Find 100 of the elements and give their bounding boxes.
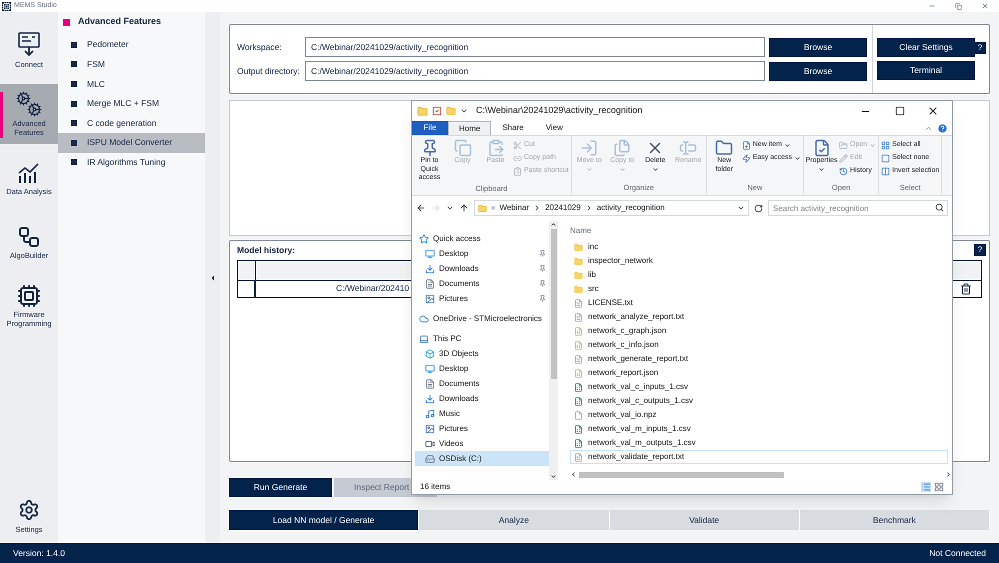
trash-icon[interactable] (960, 282, 972, 295)
scroll-down-icon[interactable] (550, 473, 557, 480)
file-row[interactable]: network_c_graph.json (570, 324, 948, 338)
file-row[interactable]: network_report.json (570, 366, 948, 380)
file-row[interactable]: LICENSE.txt (570, 296, 948, 310)
path-field[interactable]: C:/Webinar/20241029/activity_recognition (305, 61, 765, 81)
submenu-item[interactable]: IR Algorithms Tuning (58, 152, 205, 172)
caret-icon (586, 166, 593, 172)
ribbon-tab[interactable]: View (534, 121, 574, 135)
nav-item[interactable]: This PC (415, 331, 549, 346)
nav-item[interactable]: Desktop (415, 246, 549, 261)
nav-item[interactable]: Music (415, 406, 549, 421)
file-row[interactable]: inspector_network (570, 254, 948, 268)
up-icon[interactable] (459, 203, 469, 213)
submenu-item[interactable]: FSM (58, 54, 205, 74)
refresh-icon[interactable] (754, 204, 763, 212)
nav-item[interactable]: Videos (415, 436, 549, 451)
search-field[interactable]: Search activity_recognition (768, 200, 948, 216)
nav-item[interactable]: Pictures (415, 291, 549, 306)
monitor-icon (425, 248, 435, 258)
nav-item[interactable]: Downloads (415, 261, 549, 276)
restore-icon[interactable] (955, 2, 962, 10)
path-field[interactable]: C:/Webinar/20241029/activity_recognition (305, 37, 765, 57)
folder-icon (574, 242, 583, 252)
file-row[interactable]: lib (570, 268, 948, 282)
dropdown-icon[interactable] (446, 204, 454, 212)
ribbon-tab[interactable]: Home (448, 121, 492, 135)
tab[interactable]: Validate (610, 510, 800, 530)
file-row[interactable]: network_val_c_outputs_1.csv (570, 394, 948, 408)
copy-icon (454, 139, 472, 157)
nav-item[interactable]: Pictures (415, 421, 549, 436)
bullet-square (71, 100, 77, 107)
nav-item[interactable]: Documents (415, 276, 549, 291)
address-bar[interactable]: « Webinar 20241029 activity_recognition (474, 200, 749, 216)
browse-button[interactable]: Browse (769, 62, 867, 80)
file-row[interactable]: src (570, 282, 948, 296)
nav-item[interactable]: OneDrive - STMicroelectronics (415, 311, 549, 326)
cube-icon (425, 348, 435, 358)
nav-item[interactable]: Quick access (415, 231, 549, 246)
column-header[interactable]: Name (570, 221, 952, 239)
breadcrumb-item[interactable]: « (491, 202, 496, 214)
dropdown-icon[interactable] (737, 204, 745, 212)
scrollbar[interactable] (549, 221, 558, 480)
action-button[interactable]: Run Generate (229, 478, 332, 497)
scrollbar[interactable] (570, 470, 952, 479)
connection-status: Not Connected (929, 546, 986, 560)
history-icon (839, 166, 848, 176)
breadcrumb-item[interactable]: 20241029 (545, 202, 581, 214)
json-file-icon (574, 340, 583, 350)
submenu-item[interactable]: Pedometer (58, 35, 205, 55)
details-view-icon[interactable] (921, 482, 931, 492)
file-row[interactable]: network_validate_report.txt (570, 450, 948, 464)
action-button[interactable]: Terminal (877, 61, 975, 80)
file-menu-tab[interactable]: File (412, 121, 448, 135)
scroll-left-icon[interactable] (570, 471, 577, 478)
submenu-item[interactable]: C code generation (58, 113, 205, 133)
submenu-item[interactable]: Merge MLC + FSM (58, 94, 205, 114)
field-label: Workspace: (237, 40, 283, 54)
text-file-icon (574, 354, 583, 364)
tiles-view-icon[interactable] (934, 482, 944, 492)
maximize-icon[interactable] (895, 106, 905, 116)
help-button[interactable]: ? (974, 244, 986, 256)
file-row[interactable]: network_c_info.json (570, 338, 948, 352)
settings-icon (18, 498, 40, 521)
browse-button[interactable]: Browse (769, 38, 867, 56)
nav-item[interactable]: Documents (415, 376, 549, 391)
help-button[interactable]: ? (974, 42, 986, 54)
breadcrumb-item[interactable]: Webinar (499, 202, 530, 214)
tab[interactable]: Analyze (419, 510, 610, 530)
scroll-up-icon[interactable] (550, 221, 557, 228)
nav-item[interactable]: Desktop (415, 361, 549, 376)
scissors-icon (513, 140, 522, 150)
file-row[interactable]: inc (570, 240, 948, 254)
folder-icon (839, 140, 848, 150)
grid-icon (881, 140, 890, 150)
file-row[interactable]: network_val_m_outputs_1.csv (570, 436, 948, 450)
submenu-item[interactable]: ISPU Model Converter (58, 132, 205, 153)
submenu-item[interactable]: MLC (58, 74, 205, 94)
chart-icon (17, 160, 41, 184)
window-title: C:\Webinar\20241029\activity_recognition (476, 104, 642, 118)
file-row[interactable]: network_val_io.npz (570, 408, 948, 422)
action-button[interactable]: Clear Settings (877, 38, 975, 57)
nav-item[interactable]: Downloads (415, 391, 549, 406)
scroll-right-icon[interactable] (945, 471, 952, 478)
nav-item[interactable]: 3D Objects (415, 346, 549, 361)
file-row[interactable]: network_val_c_inputs_1.csv (570, 380, 948, 394)
caret-icon (618, 166, 626, 172)
help-icon[interactable] (937, 123, 948, 134)
tab[interactable]: Benchmark (800, 510, 990, 530)
breadcrumb-item[interactable]: activity_recognition (596, 202, 665, 214)
tab[interactable]: Load NN model / Generate (229, 510, 420, 530)
pin-icon (539, 295, 546, 302)
file-row[interactable]: network_analyze_report.txt (570, 310, 948, 324)
file-row[interactable]: network_val_m_inputs_1.csv (570, 422, 948, 436)
clipboard-icon (486, 139, 504, 157)
file-row[interactable]: network_generate_report.txt (570, 352, 948, 366)
back-icon[interactable] (416, 203, 426, 213)
close-icon[interactable] (927, 105, 939, 117)
nav-item[interactable]: OSDisk (C:) (415, 451, 549, 466)
ribbon-tab[interactable]: Share (491, 121, 535, 135)
